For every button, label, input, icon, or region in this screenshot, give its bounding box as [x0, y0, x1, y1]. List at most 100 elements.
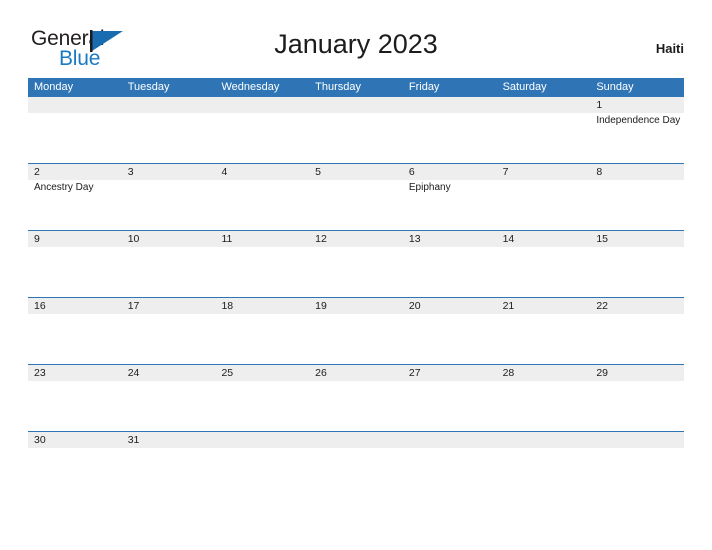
- day-number-28[interactable]: 28: [497, 365, 591, 381]
- day-cell-event[interactable]: Ancestry Day: [28, 180, 122, 230]
- day-number-1[interactable]: 1: [590, 97, 684, 113]
- page-title: January 2023: [274, 29, 438, 59]
- day-cell-empty: [215, 448, 309, 468]
- day-cell-event[interactable]: Independence Day: [590, 113, 684, 163]
- day-cell-empty: [309, 113, 403, 163]
- day-number-20[interactable]: 20: [403, 298, 497, 314]
- week-body-band: Independence Day: [28, 113, 684, 163]
- country-label: Haiti: [655, 41, 684, 56]
- day-cell-empty: [309, 247, 403, 297]
- day-cell-empty: [590, 180, 684, 230]
- day-cell-empty: [28, 314, 122, 364]
- day-number-29[interactable]: 29: [590, 365, 684, 381]
- day-number-empty: [28, 97, 122, 113]
- day-number-7[interactable]: 7: [497, 164, 591, 180]
- day-cell-empty: [215, 180, 309, 230]
- day-cell-empty: [122, 314, 216, 364]
- day-cell-empty: [403, 113, 497, 163]
- week-number-band: 2345678: [28, 164, 684, 180]
- day-cell-empty: [497, 448, 591, 468]
- day-number-empty: [497, 432, 591, 448]
- day-number-8[interactable]: 8: [590, 164, 684, 180]
- day-number-30[interactable]: 30: [28, 432, 122, 448]
- page-header: General Blue January 2023 Haiti: [28, 24, 684, 72]
- week-body-band: [28, 448, 684, 468]
- day-number-15[interactable]: 15: [590, 231, 684, 247]
- day-number-empty: [403, 432, 497, 448]
- day-number-18[interactable]: 18: [215, 298, 309, 314]
- week-number-band: 16 17 18 19 20 21 22: [28, 298, 684, 314]
- calendar-week-row: 1 Independence Day: [28, 97, 684, 163]
- day-number-31[interactable]: 31: [122, 432, 216, 448]
- week-body-band: Ancestry Day Epiphany: [28, 180, 684, 230]
- day-number-6[interactable]: 6: [403, 164, 497, 180]
- day-cell-empty: [28, 448, 122, 468]
- day-number-27[interactable]: 27: [403, 365, 497, 381]
- day-cell-empty: [215, 113, 309, 163]
- calendar-weeks: 1 Independence Day 2 3 4 5 6 7 8 Ancestry Day Epip…: [28, 97, 684, 468]
- day-cell-empty: [28, 247, 122, 297]
- calendar-week-row: 16 17 18 19 20 21 22: [28, 297, 684, 364]
- weekday-header-sunday: Sunday: [596, 81, 634, 93]
- day-cell-empty: [215, 381, 309, 431]
- week-number-band: 1: [28, 97, 684, 113]
- day-cell-empty: [122, 180, 216, 230]
- day-number-24[interactable]: 24: [122, 365, 216, 381]
- day-cell-empty: [403, 448, 497, 468]
- day-cell-event[interactable]: Epiphany: [403, 180, 497, 230]
- day-cell-empty: [215, 247, 309, 297]
- day-number-22[interactable]: 22: [590, 298, 684, 314]
- day-number-empty: [309, 97, 403, 113]
- holiday-label: Independence Day: [596, 115, 681, 126]
- day-cell-empty: [497, 113, 591, 163]
- day-cell-empty: [122, 448, 216, 468]
- weekday-header-wednesday: Wednesday: [221, 81, 280, 93]
- day-number-4[interactable]: 4: [215, 164, 309, 180]
- day-number-10[interactable]: 10: [122, 231, 216, 247]
- day-cell-empty: [590, 247, 684, 297]
- day-cell-empty: [590, 448, 684, 468]
- day-number-9[interactable]: 9: [28, 231, 122, 247]
- day-number-13[interactable]: 13: [403, 231, 497, 247]
- day-cell-empty: [309, 381, 403, 431]
- day-cell-empty: [497, 247, 591, 297]
- day-cell-empty: [403, 314, 497, 364]
- day-number-14[interactable]: 14: [497, 231, 591, 247]
- day-cell-empty: [28, 113, 122, 163]
- weekday-header-tuesday: Tuesday: [127, 81, 170, 93]
- day-number-23[interactable]: 23: [28, 365, 122, 381]
- day-cell-empty: [309, 314, 403, 364]
- day-cell-empty: [122, 381, 216, 431]
- weekday-header-monday: Monday: [34, 81, 74, 93]
- day-number-16[interactable]: 16: [28, 298, 122, 314]
- day-number-empty: [309, 432, 403, 448]
- day-number-17[interactable]: 17: [122, 298, 216, 314]
- week-body-band: [28, 314, 684, 364]
- week-body-band: [28, 381, 684, 431]
- day-cell-empty: [309, 180, 403, 230]
- day-cell-empty: [403, 247, 497, 297]
- week-number-band: 9 10 11 12 13 14 15: [28, 231, 684, 247]
- week-number-band: 30 31: [28, 432, 684, 448]
- day-number-5[interactable]: 5: [309, 164, 403, 180]
- day-cell-empty: [497, 180, 591, 230]
- day-cell-empty: [309, 448, 403, 468]
- day-cell-empty: [28, 381, 122, 431]
- day-number-21[interactable]: 21: [497, 298, 591, 314]
- day-cell-empty: [403, 381, 497, 431]
- day-cell-empty: [122, 247, 216, 297]
- day-number-25[interactable]: 25: [215, 365, 309, 381]
- day-number-12[interactable]: 12: [309, 231, 403, 247]
- day-number-11[interactable]: 11: [215, 231, 309, 247]
- day-number-empty: [122, 97, 216, 113]
- weekday-header-thursday: Thursday: [315, 81, 362, 93]
- day-number-26[interactable]: 26: [309, 365, 403, 381]
- day-number-empty: [403, 97, 497, 113]
- calendar-page: General Blue January 2023 Haiti Monday Tu…: [0, 0, 712, 550]
- weekday-header-saturday: Saturday: [502, 81, 547, 93]
- day-number-3[interactable]: 3: [122, 164, 216, 180]
- day-number-19[interactable]: 19: [309, 298, 403, 314]
- day-number-2[interactable]: 2: [28, 164, 122, 180]
- week-body-band: [28, 247, 684, 297]
- calendar-week-row: 9 10 11 12 13 14 15: [28, 230, 684, 297]
